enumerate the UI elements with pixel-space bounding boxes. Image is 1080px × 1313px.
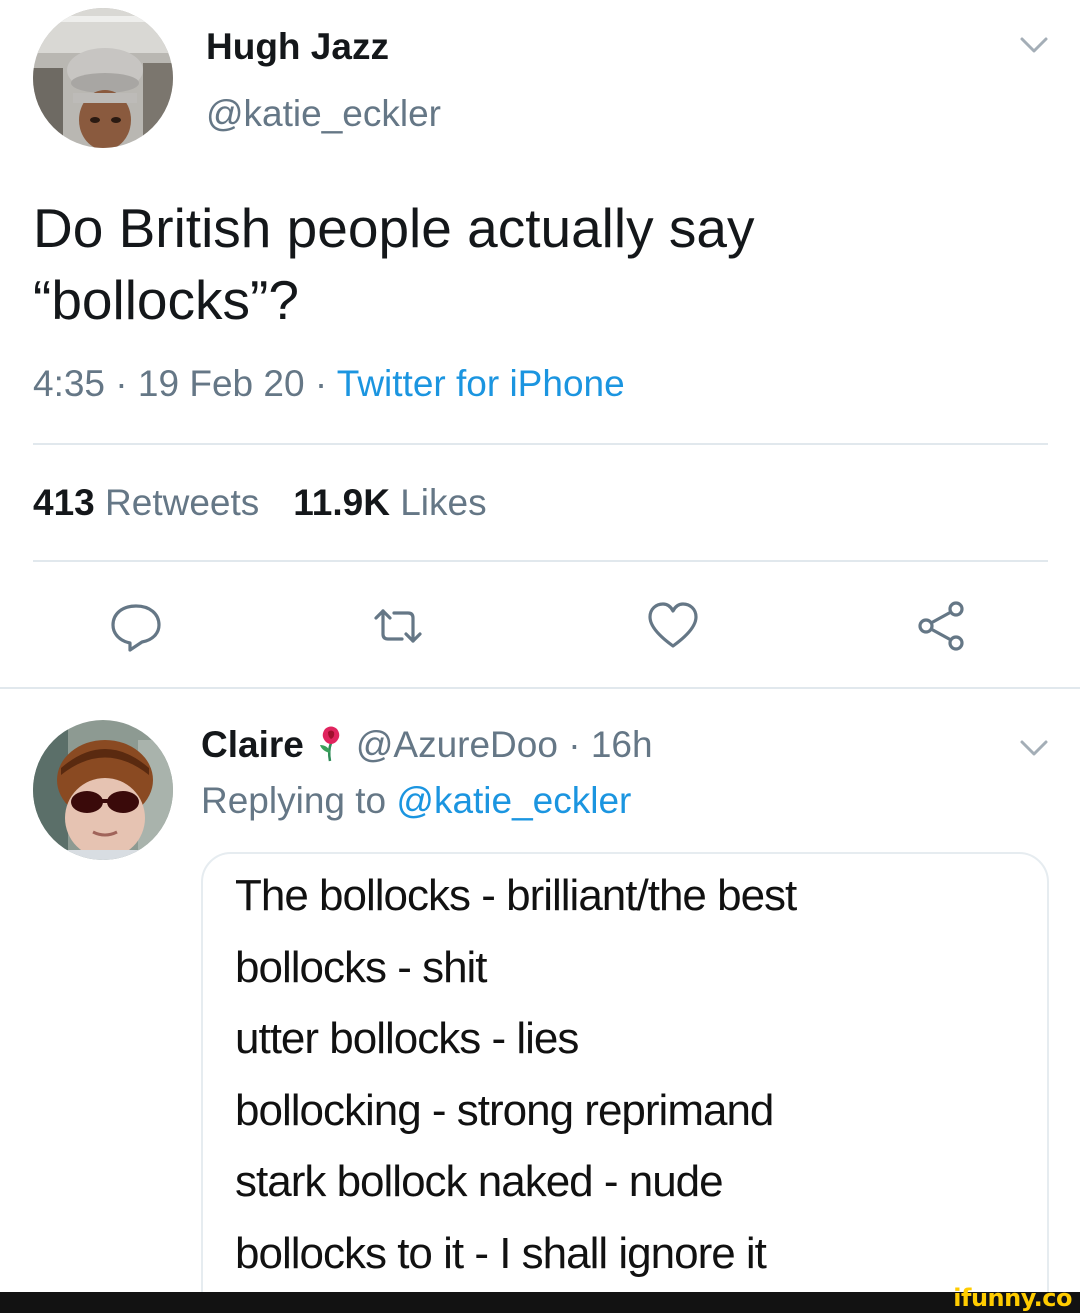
reply-age: 16h [590,724,653,765]
retweets-stat[interactable]: 413 Retweets [33,482,259,523]
reply-author-handle[interactable]: @AzureDoo [356,724,558,765]
tweet-meta: 4:35 · 19 Feb 20 · Twitter for iPhone [33,363,625,405]
reply-button[interactable] [108,598,164,654]
tweet-stats: 413 Retweets 11.9K Likes [33,482,487,524]
media-line: utter bollocks - lies [235,1014,579,1063]
reply-author-name[interactable]: Claire [201,724,304,765]
watermark-logo: ifunny.co [953,1284,1072,1312]
retweets-label: Retweets [105,482,260,523]
tweet-date: 19 Feb 20 [137,363,305,404]
meta-separator: · [304,363,337,404]
media-line: bollocks to it - I shall ignore it [235,1228,767,1278]
tweet-time: 4:35 [33,363,106,404]
tweet-source-link[interactable]: Twitter for iPhone [337,363,625,404]
media-line: stark bollock naked - nude [235,1157,724,1206]
watermark-bar: ifunny.co [0,1284,1080,1313]
retweet-button[interactable] [370,598,426,654]
chevron-down-icon[interactable] [1014,733,1054,763]
meta-separator: · [557,724,591,765]
meta-separator: · [105,363,138,404]
media-line: bollocks - shit [235,942,488,992]
reply-icon [111,604,161,652]
media-line: bollocking - strong reprimand [235,1085,774,1135]
divider [33,443,1048,445]
reply-author-avatar[interactable] [33,720,173,860]
divider [33,560,1048,562]
media-text-lines: The bollocks - brilliant/the best bolloc… [235,860,797,1289]
share-button[interactable] [912,598,968,654]
author-handle[interactable]: @katie_eckler [206,93,441,135]
likes-stat[interactable]: 11.9K Likes [293,482,486,523]
author-avatar[interactable] [33,8,173,148]
retweets-count: 413 [33,482,95,523]
reply-media-image[interactable]: The bollocks - brilliant/the best bolloc… [201,852,1049,1313]
share-icon [918,601,964,651]
likes-label: Likes [400,482,487,523]
replying-to-handle[interactable]: @katie_eckler [396,780,631,821]
media-line: The bollocks - brilliant/the best [235,871,797,920]
replying-to: Replying to @katie_eckler [201,780,631,822]
reply-header: Claire @AzureDoo · 16h [201,724,653,766]
divider [0,687,1080,689]
heart-icon [648,602,698,648]
author-name[interactable]: Hugh Jazz [206,26,389,68]
replying-to-label: Replying to [201,780,387,821]
chevron-down-icon[interactable] [1014,30,1054,60]
like-button[interactable] [645,598,701,654]
likes-count: 11.9K [293,482,390,523]
retweet-icon [374,609,422,643]
tweet-text: Do British people actually say “bollocks… [33,197,755,331]
rose-icon [319,726,340,762]
